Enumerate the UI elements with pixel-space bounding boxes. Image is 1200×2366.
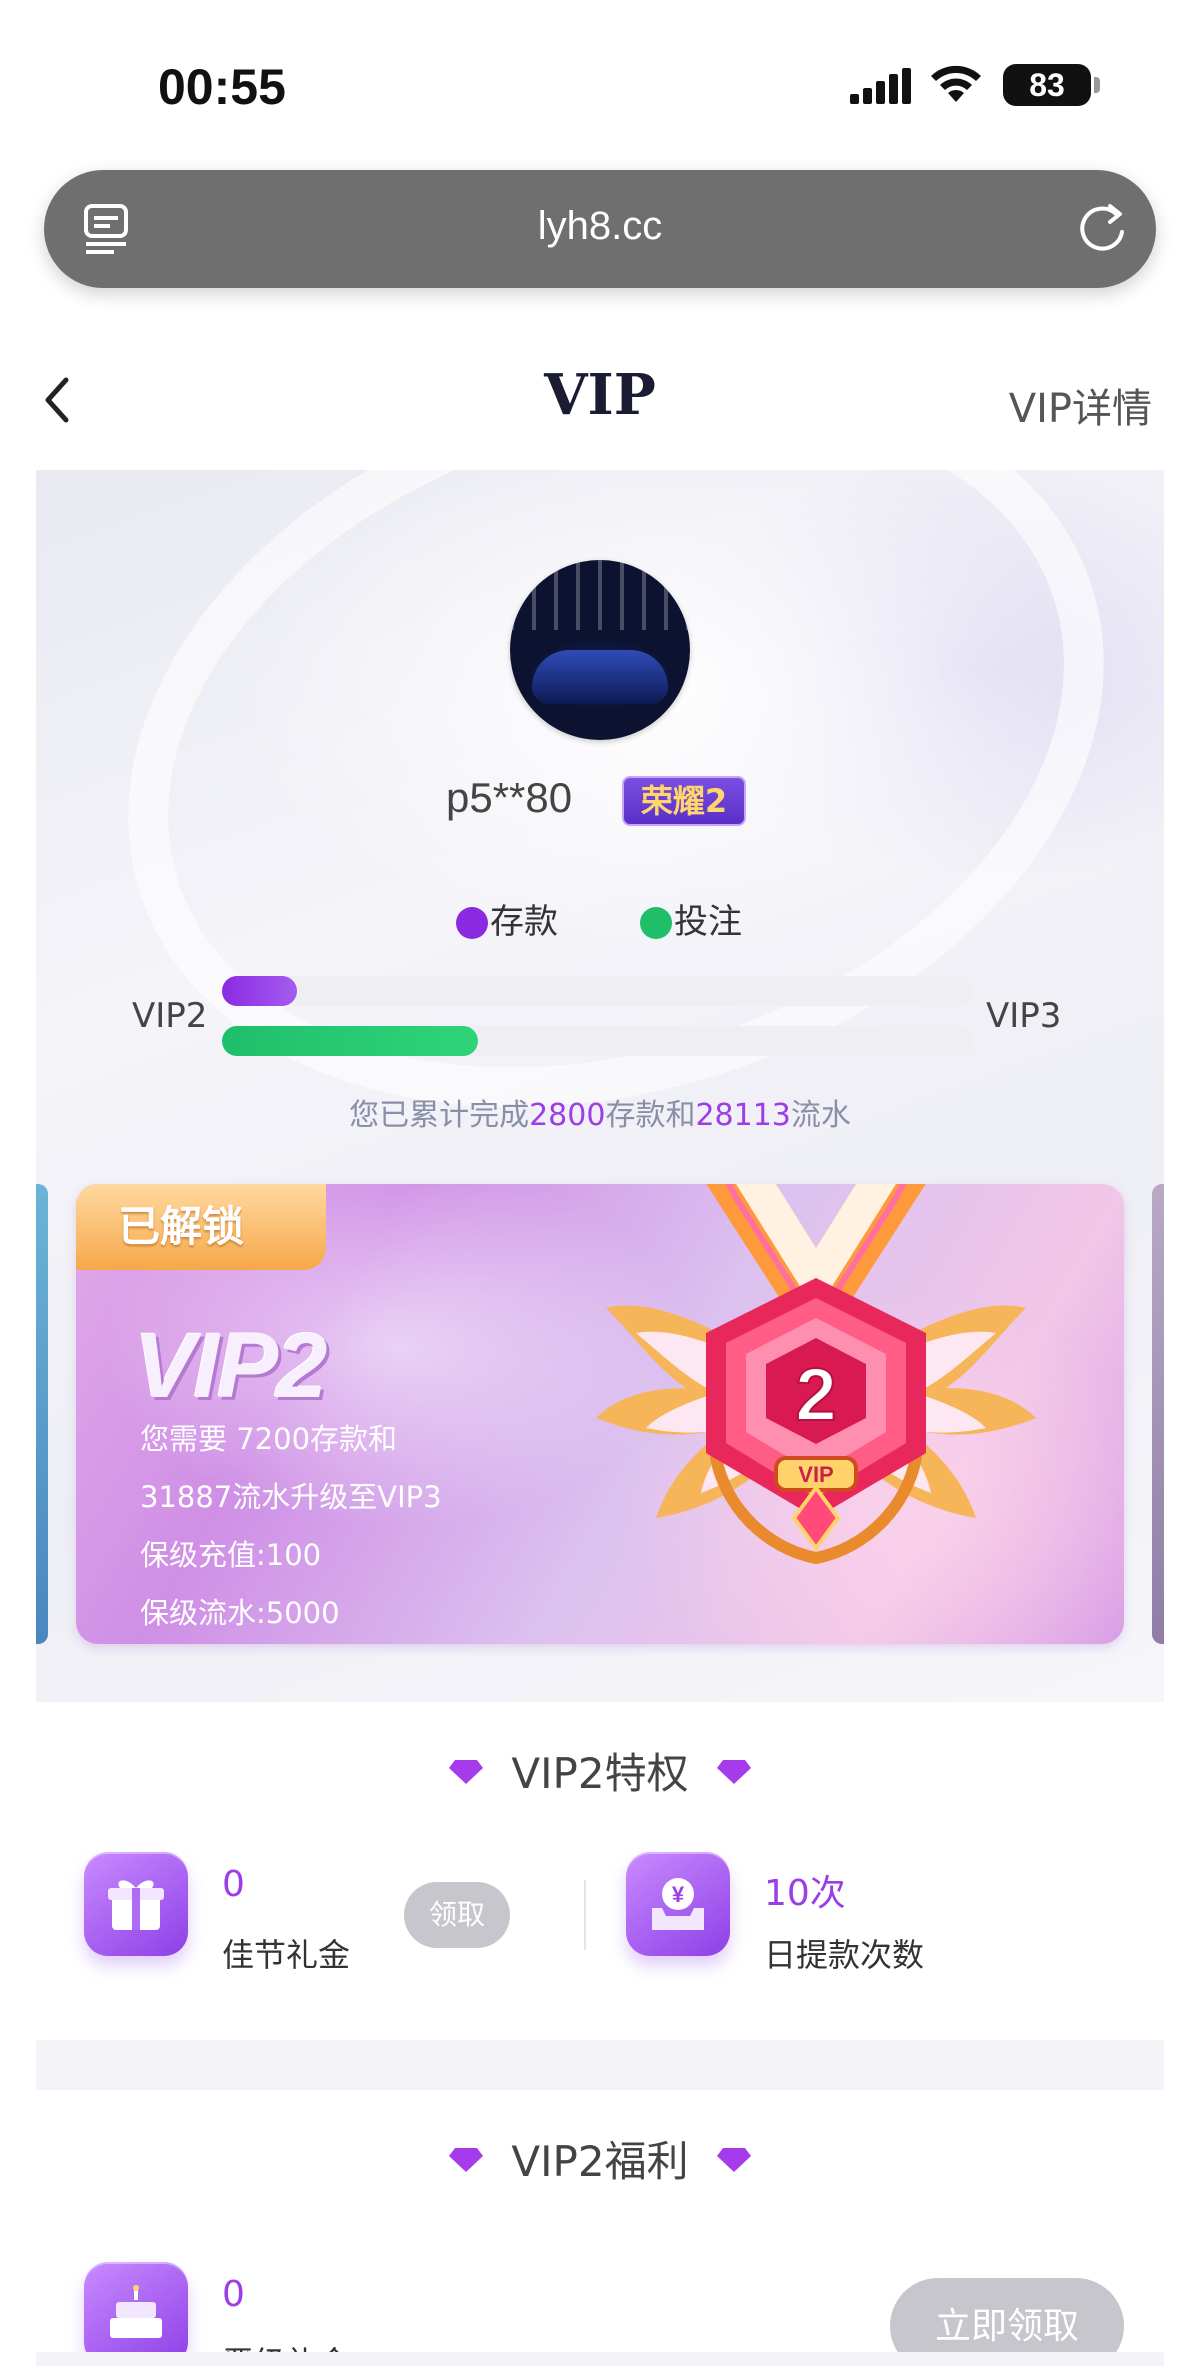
cellular-signal-icon <box>850 68 911 104</box>
level-progress: VIP2 VIP3 <box>36 970 1164 1060</box>
daily-withdraw-count-label: 日提款次数 <box>764 1936 925 1974</box>
wifi-icon <box>931 65 981 102</box>
section-divider <box>36 2040 1164 2090</box>
keep-level-deposit: 保级充值:100 <box>140 1538 322 1572</box>
url-text[interactable]: lyh8.cc <box>44 204 1156 249</box>
progress-legend: 存款 投注 <box>36 894 1164 944</box>
vip-hero: p5**80 荣耀2 存款 投注 VIP2 VIP3 您已累计完成2800存款和… <box>36 470 1164 1702</box>
summary-suffix: 流水 <box>790 1098 851 1133</box>
summary-deposit-amount: 2800 <box>529 1098 606 1133</box>
diamond-icon <box>449 2148 484 2172</box>
diamond-icon <box>449 1760 484 1784</box>
welfare-title-text: VIP2福利 <box>511 2137 689 2186</box>
page-header: VIP VIP详情 <box>0 350 1200 450</box>
vip-medal-icon: 2 VIP <box>596 1184 1036 1565</box>
welfare-title: VIP2福利 <box>0 2128 1200 2189</box>
browser-url-bar[interactable]: lyh8.cc <box>44 170 1156 288</box>
upgrade-requirement-line1: 您需要 7200存款和 <box>140 1422 398 1456</box>
avatar[interactable] <box>510 560 690 740</box>
unlocked-tag: 已解锁 <box>76 1184 326 1270</box>
upgrade-requirement-line2: 31887流水升级至VIP3 <box>140 1480 442 1514</box>
deposit-progress-track <box>222 976 974 1006</box>
next-level-label: VIP3 <box>986 996 1062 1036</box>
medal-vip-label: VIP <box>798 1462 833 1487</box>
reload-icon[interactable] <box>1076 200 1132 256</box>
holiday-bonus-label: 佳节礼金 <box>222 1936 351 1974</box>
legend-bet-label: 投注 <box>674 902 742 942</box>
legend-deposit: 存款 <box>456 894 558 943</box>
bottom-band <box>36 2352 1164 2366</box>
withdraw-icon: ¥ <box>652 1878 704 1930</box>
svg-text:¥: ¥ <box>672 1882 685 1907</box>
legend-deposit-label: 存款 <box>490 902 558 942</box>
progress-summary: 您已累计完成2800存款和28113流水 <box>36 1090 1164 1134</box>
summary-prefix: 您已累计完成 <box>349 1098 530 1133</box>
username: p5**80 <box>446 774 573 821</box>
legend-bet: 投注 <box>640 894 742 943</box>
next-level-card-peek[interactable] <box>1152 1184 1164 1644</box>
promotion-bonus-value: 0 <box>222 2274 245 2315</box>
withdraw-tile: ¥ <box>626 1852 730 1956</box>
gift-icon <box>108 1880 164 1930</box>
status-time: 00:55 <box>158 59 286 115</box>
summary-mid: 存款和 <box>605 1098 696 1133</box>
claim-holiday-bonus-button[interactable]: 领取 <box>404 1882 510 1948</box>
status-bar: 00:55 83 <box>0 0 1200 170</box>
daily-withdraw-count-value: 10次 <box>764 1873 846 1914</box>
promotion-bonus-tile <box>84 2262 188 2366</box>
bet-dot-icon <box>640 907 672 939</box>
bet-progress-track <box>222 1026 974 1056</box>
cake-icon <box>110 2285 162 2338</box>
diamond-icon <box>716 1760 751 1784</box>
deposit-progress-fill <box>222 976 298 1006</box>
summary-flow-amount: 28113 <box>695 1098 791 1133</box>
vip-details-link[interactable]: VIP详情 <box>1009 376 1152 434</box>
medal-number: 2 <box>795 1353 836 1436</box>
gift-tile <box>84 1852 188 1956</box>
deposit-dot-icon <box>456 907 488 939</box>
vip-level-card[interactable]: 已解锁 VIP2 您需要 7200存款和 31887流水升级至VIP3 保级充值… <box>76 1184 1124 1644</box>
prev-level-card-peek[interactable] <box>36 1184 48 1644</box>
privileges-title: VIP2特权 <box>0 1740 1200 1801</box>
current-level-label: VIP2 <box>132 996 208 1036</box>
holiday-bonus-value: 0 <box>222 1864 245 1905</box>
vip-card-level: VIP2 <box>134 1315 327 1417</box>
bet-progress-fill <box>222 1026 478 1056</box>
privileges-title-text: VIP2特权 <box>511 1749 689 1798</box>
divider <box>584 1880 586 1950</box>
battery-indicator: 83 <box>1003 64 1100 106</box>
diamond-icon <box>716 2148 751 2172</box>
keep-level-flow: 保级流水:5000 <box>140 1596 340 1630</box>
rank-badge: 荣耀2 <box>622 776 746 826</box>
